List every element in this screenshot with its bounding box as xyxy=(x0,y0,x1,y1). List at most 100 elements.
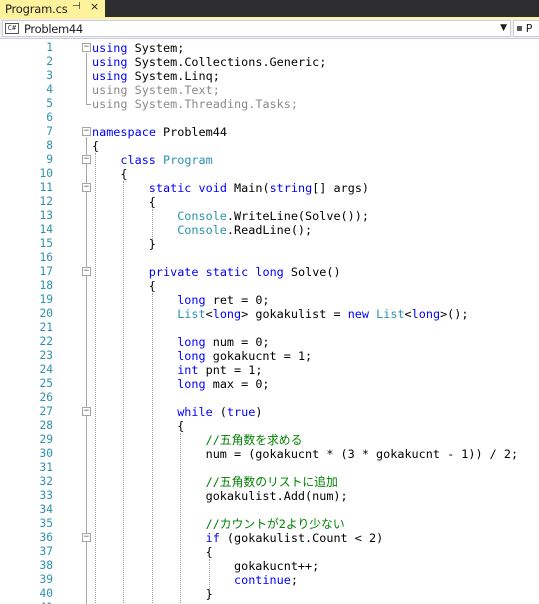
code-line[interactable]: 35 //カウントが2より少ない xyxy=(0,517,539,531)
member-selector-dropdown[interactable]: ▪ P xyxy=(513,20,539,37)
code-token: ) xyxy=(255,405,263,419)
code-line[interactable]: 17 − private static long Solve() xyxy=(0,265,539,279)
code-token: } xyxy=(148,237,156,251)
collapse-toggle-icon[interactable]: − xyxy=(82,127,91,136)
line-number: 26 xyxy=(39,391,53,404)
code-line[interactable]: 6 xyxy=(0,111,539,125)
code-line[interactable]: 8{ xyxy=(0,139,539,153)
code-line[interactable]: 2 using System.Collections.Generic; xyxy=(0,55,539,69)
line-number: 31 xyxy=(39,461,53,474)
code-text: { xyxy=(149,279,156,293)
code-line[interactable]: 31 xyxy=(0,461,539,475)
code-line[interactable]: 15} xyxy=(0,237,539,251)
code-token: System.Collections.Generic; xyxy=(127,55,327,69)
code-line[interactable]: 24 int pnt = 1; xyxy=(0,363,539,377)
code-line[interactable]: 9 − class Program xyxy=(0,153,539,167)
code-editor[interactable]: 1− using System; 2 using System.Collections… xyxy=(0,40,539,604)
pin-icon[interactable]: ⊣ xyxy=(72,1,81,12)
code-token: namespace xyxy=(92,125,156,139)
code-line[interactable]: 10 { xyxy=(0,167,539,181)
code-line[interactable]: 37 { xyxy=(0,545,539,559)
code-line[interactable]: 12 { xyxy=(0,195,539,209)
collapse-toggle-icon[interactable]: − xyxy=(82,267,91,276)
code-line[interactable]: 39 continue; xyxy=(0,573,539,587)
code-line[interactable]: 26 xyxy=(0,391,539,405)
code-line[interactable]: 18 { xyxy=(0,279,539,293)
code-token: true xyxy=(226,405,256,419)
code-line[interactable]: 3 using System.Linq; xyxy=(0,69,539,83)
code-line[interactable]: 30 num = (gokakucnt * (3 * gokakucnt - 1)… xyxy=(0,447,539,461)
line-number: 4 xyxy=(46,83,53,96)
code-line[interactable]: 21 xyxy=(0,321,539,335)
code-line[interactable]: 11 − static void Main(string[] args) xyxy=(0,181,539,195)
code-token: Solve() xyxy=(283,265,341,279)
code-token: long xyxy=(177,293,206,307)
chevron-down-icon[interactable]: ▼ xyxy=(500,23,507,33)
code-line[interactable]: 14 Console.ReadLine(); xyxy=(0,223,539,237)
code-line[interactable]: 7 − namespace Problem44 xyxy=(0,125,539,139)
code-line[interactable]: 1 − using System; xyxy=(0,41,539,55)
code-token: { xyxy=(92,139,100,153)
code-token: if xyxy=(205,531,220,545)
code-text: { xyxy=(120,167,127,181)
code-token: [] args) xyxy=(312,181,370,195)
code-token: Console xyxy=(177,209,227,223)
line-number: 24 xyxy=(39,363,53,376)
collapse-toggle-icon[interactable]: − xyxy=(82,183,91,192)
class-selector-dropdown[interactable]: C# Problem44 ▼ xyxy=(2,20,511,37)
code-token: long xyxy=(177,349,206,363)
code-text: num = (gokakucnt * (3 * gokakucnt - 1)) … xyxy=(206,447,519,461)
code-line[interactable]: 38 gokakucnt++; xyxy=(0,559,539,573)
code-text: using System.Text; xyxy=(92,83,220,97)
collapse-toggle-icon[interactable]: − xyxy=(82,155,91,164)
code-line[interactable]: 4 using System.Text; xyxy=(0,83,539,97)
code-token: long xyxy=(255,265,284,279)
collapse-toggle-icon[interactable]: − xyxy=(82,407,91,416)
code-token: (gokakulist.Count < 2) xyxy=(219,531,384,545)
line-number: 12 xyxy=(39,195,53,208)
line-number: 36 xyxy=(39,531,53,544)
code-token: long xyxy=(212,307,242,321)
code-line[interactable]: 16 xyxy=(0,251,539,265)
code-token: //五角数を求める xyxy=(205,433,303,447)
code-line[interactable]: 19 long ret = 0; xyxy=(0,293,539,307)
collapse-toggle-icon[interactable]: − xyxy=(82,533,91,542)
line-number: 22 xyxy=(39,335,53,348)
line-number: 25 xyxy=(39,377,53,390)
code-line[interactable]: 40} xyxy=(0,587,539,601)
code-line[interactable]: 5 using System.Threading.Tasks; xyxy=(0,97,539,111)
code-line[interactable]: 13 Console.WriteLine(Solve()); xyxy=(0,209,539,223)
code-line[interactable]: 29 //五角数を求める xyxy=(0,433,539,447)
code-line[interactable]: 27 − while (true) xyxy=(0,405,539,419)
code-line[interactable]: 23 long gokakucnt = 1; xyxy=(0,349,539,363)
code-line[interactable]: 32 //五角数のリストに追加 xyxy=(0,475,539,489)
code-text: long max = 0; xyxy=(177,377,269,391)
code-token: using xyxy=(92,55,128,69)
code-line[interactable]: 28 { xyxy=(0,419,539,433)
code-line[interactable]: 36 − if (gokakulist.Count < 2) xyxy=(0,531,539,545)
code-line[interactable]: 34 xyxy=(0,503,539,517)
code-line[interactable]: 25 long max = 0; xyxy=(0,377,539,391)
class-selector-value: Problem44 xyxy=(24,21,83,36)
line-number: 19 xyxy=(39,293,53,306)
close-icon[interactable]: × xyxy=(90,0,99,13)
collapse-toggle-icon[interactable]: − xyxy=(82,43,91,52)
code-text: using System.Linq; xyxy=(92,69,220,83)
code-line[interactable]: 22 long num = 0; xyxy=(0,335,539,349)
code-token: < xyxy=(404,307,412,321)
code-token: List xyxy=(177,307,206,321)
code-token: max = 0; xyxy=(205,377,270,391)
code-line[interactable]: 33 gokakulist.Add(num); xyxy=(0,489,539,503)
code-text: class Program xyxy=(120,153,212,167)
code-text: } xyxy=(206,587,213,601)
code-line[interactable]: 20 List<long> gokakulist = new List<long>… xyxy=(0,307,539,321)
line-number: 39 xyxy=(39,573,53,586)
csharp-class-icon: C# xyxy=(5,23,19,34)
code-text: //カウントが2より少ない xyxy=(206,517,345,531)
line-number: 13 xyxy=(39,209,53,222)
tab-program-cs[interactable]: Program.cs ⊣ × xyxy=(0,0,105,17)
line-number: 1 xyxy=(46,41,53,54)
line-number: 7 xyxy=(46,125,53,138)
code-token: long xyxy=(177,335,206,349)
